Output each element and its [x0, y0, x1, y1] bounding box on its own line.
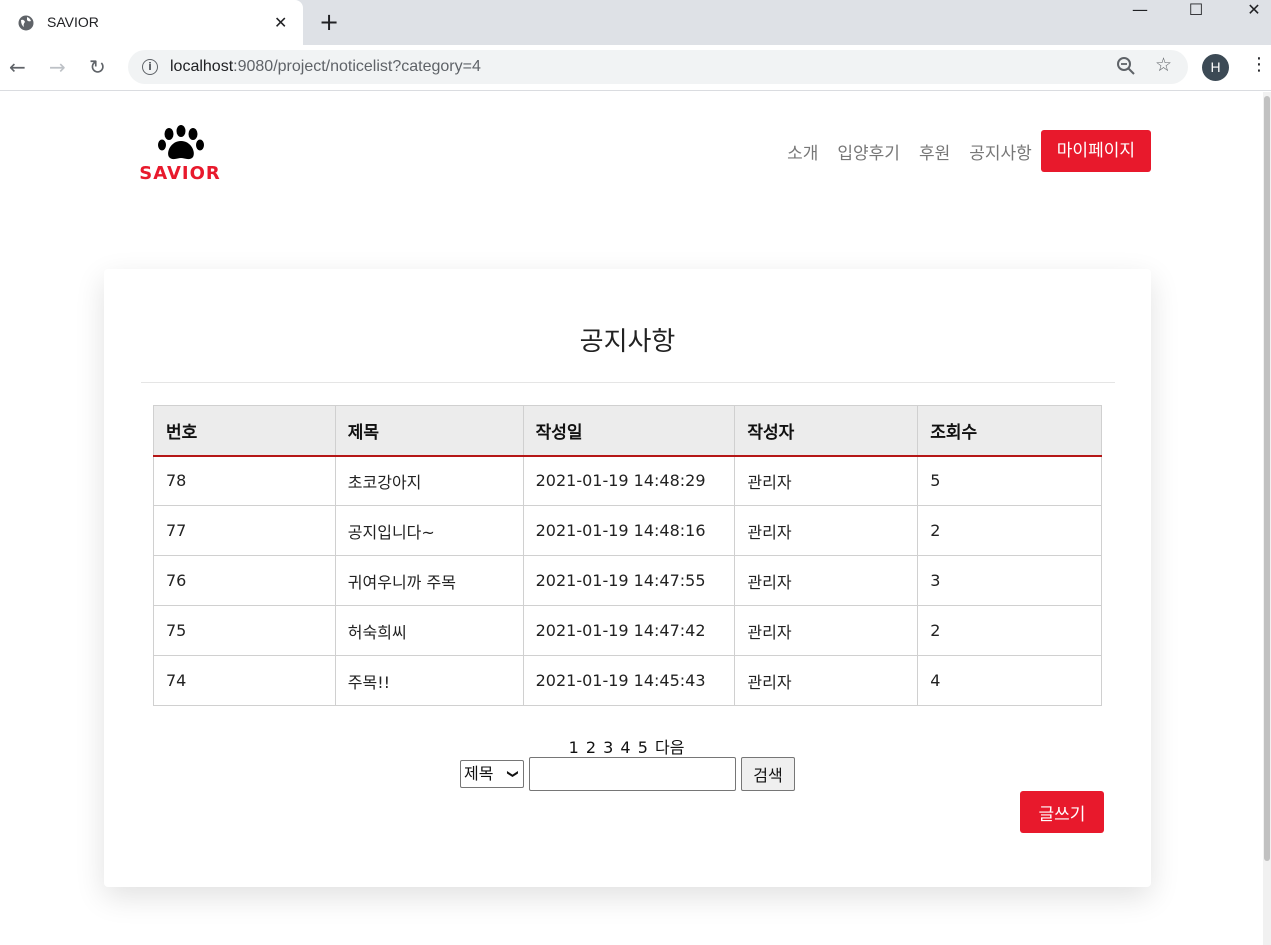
browser-tab[interactable]: SAVIOR ✕ — [0, 0, 303, 45]
bookmark-star-icon[interactable]: ☆ — [1155, 54, 1172, 76]
search-input[interactable] — [529, 757, 736, 791]
search-button[interactable]: 검색 — [741, 757, 795, 791]
search-form: 제목 ❯ 검색 — [460, 757, 795, 791]
cell-author: 관리자 — [734, 455, 919, 506]
cell-title-link[interactable]: 공지입니다~ — [334, 505, 524, 556]
nav-intro[interactable]: 소개 — [787, 139, 818, 164]
browser-tab-bar: SAVIOR ✕ + — ☐ ✕ — [0, 0, 1271, 45]
nav-notices[interactable]: 공지사항 — [969, 139, 1032, 164]
url-text[interactable]: localhost:9080/project/noticelist?catego… — [170, 58, 481, 76]
column-header-number: 번호 — [153, 405, 336, 457]
cell-number: 77 — [153, 505, 336, 556]
scrollbar-thumb[interactable] — [1264, 96, 1270, 861]
pagination: 1 2 3 4 5 다음 — [104, 734, 1151, 758]
write-post-button[interactable]: 글쓰기 — [1020, 791, 1104, 833]
forward-icon[interactable]: → — [49, 55, 66, 79]
cell-views: 2 — [917, 505, 1102, 556]
cell-title-link[interactable]: 귀여우니까 주목 — [334, 555, 524, 606]
back-icon[interactable]: ← — [9, 55, 26, 79]
column-header-author: 작성자 — [734, 405, 919, 457]
cell-views: 2 — [917, 605, 1102, 656]
cell-number: 78 — [153, 455, 336, 506]
page-title: 공지사항 — [579, 327, 676, 357]
nav-adoption-reviews[interactable]: 입양후기 — [837, 139, 900, 164]
cell-title-link[interactable]: 주목!! — [334, 655, 524, 706]
close-window-icon[interactable]: ✕ — [1231, 0, 1271, 24]
reload-icon[interactable]: ↻ — [89, 55, 106, 79]
cell-title-link[interactable]: 허숙희씨 — [334, 605, 524, 656]
page-link-4[interactable]: 4 — [620, 738, 630, 757]
notice-board-card: 공지사항 번호 제목 작성일 작성자 조회수 78 초코강아지 2021-01-… — [104, 269, 1151, 887]
title-divider — [141, 382, 1115, 383]
cell-number: 74 — [153, 655, 336, 706]
nav-donation[interactable]: 후원 — [919, 139, 950, 164]
cell-views: 4 — [917, 655, 1102, 706]
next-page-link[interactable]: 다음 — [655, 738, 684, 757]
site-logo[interactable]: SAVIOR — [133, 125, 227, 184]
site-info-icon[interactable]: i — [142, 59, 158, 75]
cell-date: 2021-01-19 14:47:42 — [522, 605, 736, 656]
cell-title-link[interactable]: 초코강아지 — [334, 455, 524, 506]
mypage-button[interactable]: 마이페이지 — [1040, 130, 1151, 172]
profile-avatar[interactable]: H — [1202, 54, 1229, 81]
page-link-5[interactable]: 5 — [638, 738, 648, 757]
minimize-icon[interactable]: — — [1117, 0, 1163, 24]
notice-table: 번호 제목 작성일 작성자 조회수 78 초코강아지 2021-01-19 14… — [153, 405, 1102, 706]
column-header-title: 제목 — [334, 405, 524, 457]
table-row[interactable]: 78 초코강아지 2021-01-19 14:48:29 관리자 5 — [153, 455, 1102, 506]
search-field-select[interactable]: 제목 ❯ — [460, 760, 524, 788]
chevron-down-icon: ❯ — [506, 769, 520, 779]
page-scrollbar[interactable] — [1263, 92, 1271, 945]
search-field-value: 제목 — [464, 764, 494, 783]
globe-icon — [18, 15, 34, 31]
cell-date: 2021-01-19 14:48:29 — [522, 455, 736, 506]
maximize-icon[interactable]: ☐ — [1173, 0, 1219, 24]
cell-date: 2021-01-19 14:48:16 — [522, 505, 736, 556]
tab-title: SAVIOR — [47, 14, 99, 30]
page-viewport: SAVIOR 소개 입양후기 후원 공지사항 마이페이지 공지사항 번호 제목 … — [0, 92, 1271, 945]
browser-toolbar: ← → ↻ i localhost:9080/project/noticelis… — [0, 45, 1271, 91]
table-row[interactable]: 74 주목!! 2021-01-19 14:45:43 관리자 4 — [153, 655, 1102, 706]
cell-date: 2021-01-19 14:45:43 — [522, 655, 736, 706]
page-link-1[interactable]: 1 — [569, 738, 579, 757]
menu-kebab-icon[interactable]: ⋮ — [1250, 54, 1268, 75]
column-header-views: 조회수 — [917, 405, 1102, 457]
cell-author: 관리자 — [734, 505, 919, 556]
new-tab-icon[interactable]: + — [319, 9, 339, 35]
column-header-date: 작성일 — [522, 405, 736, 457]
page-link-3[interactable]: 3 — [603, 738, 613, 757]
cell-number: 75 — [153, 605, 336, 656]
page-link-2[interactable]: 2 — [586, 738, 596, 757]
close-tab-icon[interactable]: ✕ — [274, 13, 287, 32]
zoom-out-icon[interactable] — [1116, 56, 1136, 76]
cell-views: 3 — [917, 555, 1102, 606]
logo-text: SAVIOR — [139, 163, 221, 184]
table-row[interactable]: 75 허숙희씨 2021-01-19 14:47:42 관리자 2 — [153, 605, 1102, 656]
main-nav: 소개 입양후기 후원 공지사항 마이페이지 — [787, 130, 1151, 172]
table-row[interactable]: 77 공지입니다~ 2021-01-19 14:48:16 관리자 2 — [153, 505, 1102, 556]
cell-author: 관리자 — [734, 605, 919, 656]
table-header-row: 번호 제목 작성일 작성자 조회수 — [153, 405, 1102, 457]
table-row[interactable]: 76 귀여우니까 주목 2021-01-19 14:47:55 관리자 3 — [153, 555, 1102, 606]
address-bar[interactable]: i localhost:9080/project/noticelist?cate… — [128, 50, 1188, 84]
cell-author: 관리자 — [734, 555, 919, 606]
cell-author: 관리자 — [734, 655, 919, 706]
cell-views: 5 — [917, 455, 1102, 506]
url-path: :9080/project/noticelist?category=4 — [233, 58, 481, 75]
url-host: localhost — [170, 58, 234, 75]
cell-date: 2021-01-19 14:47:55 — [522, 555, 736, 606]
paw-icon — [158, 125, 204, 160]
cell-number: 76 — [153, 555, 336, 606]
